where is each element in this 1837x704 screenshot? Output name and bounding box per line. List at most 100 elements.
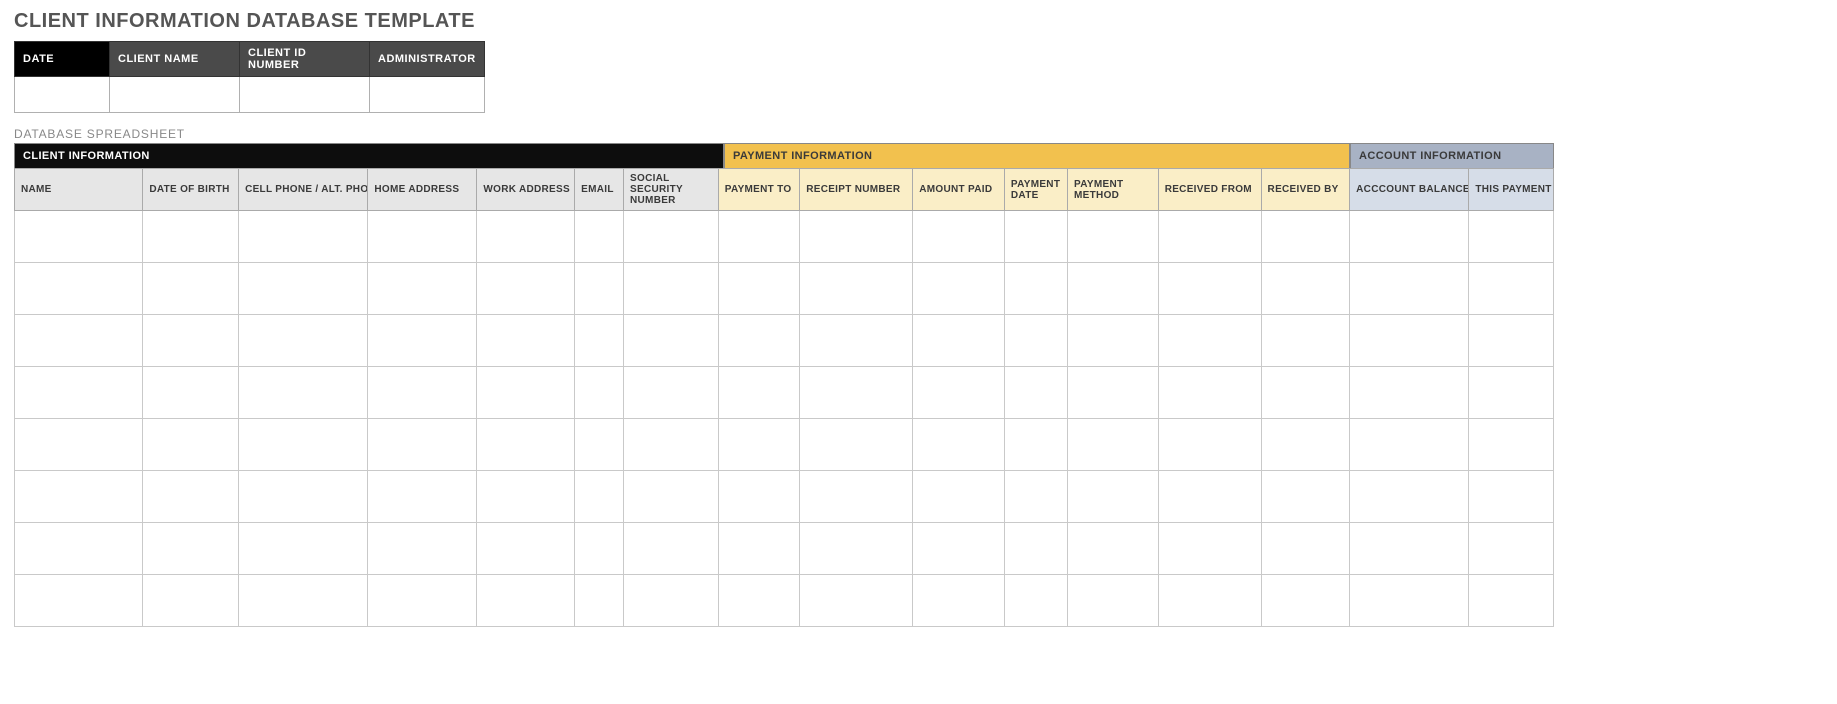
cell-ssn[interactable]	[624, 575, 719, 627]
cell-payment_date[interactable]	[1004, 315, 1067, 367]
cell-ssn[interactable]	[624, 367, 719, 419]
cell-this_payment[interactable]	[1469, 419, 1554, 471]
cell-dob[interactable]	[143, 211, 239, 263]
cell-dob[interactable]	[143, 471, 239, 523]
cell-name[interactable]	[15, 575, 143, 627]
cell-name[interactable]	[15, 315, 143, 367]
cell-receipt_number[interactable]	[800, 315, 913, 367]
cell-home_address[interactable]	[368, 471, 477, 523]
cell-home_address[interactable]	[368, 523, 477, 575]
cell-payment_to[interactable]	[718, 211, 799, 263]
cell-phone[interactable]	[239, 575, 368, 627]
cell-ssn[interactable]	[624, 263, 719, 315]
cell-dob[interactable]	[143, 367, 239, 419]
cell-received_by[interactable]	[1261, 211, 1350, 263]
cell-balance[interactable]	[1350, 367, 1469, 419]
cell-payment_to[interactable]	[718, 367, 799, 419]
cell-this_payment[interactable]	[1469, 471, 1554, 523]
cell-received_by[interactable]	[1261, 315, 1350, 367]
cell-balance[interactable]	[1350, 263, 1469, 315]
cell-amount_paid[interactable]	[913, 523, 1005, 575]
cell-home_address[interactable]	[368, 263, 477, 315]
cell-phone[interactable]	[239, 419, 368, 471]
cell-balance[interactable]	[1350, 471, 1469, 523]
cell-amount_paid[interactable]	[913, 211, 1005, 263]
cell-ssn[interactable]	[624, 315, 719, 367]
meta-cell-client-id[interactable]	[240, 77, 370, 113]
cell-this_payment[interactable]	[1469, 211, 1554, 263]
cell-receipt_number[interactable]	[800, 523, 913, 575]
cell-payment_to[interactable]	[718, 471, 799, 523]
cell-this_payment[interactable]	[1469, 315, 1554, 367]
cell-received_from[interactable]	[1158, 419, 1261, 471]
cell-this_payment[interactable]	[1469, 575, 1554, 627]
cell-work_address[interactable]	[477, 315, 575, 367]
cell-payment_method[interactable]	[1068, 471, 1159, 523]
cell-received_by[interactable]	[1261, 419, 1350, 471]
meta-cell-date[interactable]	[15, 77, 110, 113]
cell-work_address[interactable]	[477, 419, 575, 471]
cell-payment_method[interactable]	[1068, 367, 1159, 419]
cell-receipt_number[interactable]	[800, 575, 913, 627]
cell-email[interactable]	[575, 471, 624, 523]
cell-received_from[interactable]	[1158, 471, 1261, 523]
cell-work_address[interactable]	[477, 575, 575, 627]
cell-received_from[interactable]	[1158, 263, 1261, 315]
cell-work_address[interactable]	[477, 211, 575, 263]
cell-this_payment[interactable]	[1469, 523, 1554, 575]
cell-home_address[interactable]	[368, 575, 477, 627]
cell-email[interactable]	[575, 575, 624, 627]
cell-work_address[interactable]	[477, 523, 575, 575]
cell-name[interactable]	[15, 211, 143, 263]
cell-payment_date[interactable]	[1004, 471, 1067, 523]
cell-amount_paid[interactable]	[913, 263, 1005, 315]
cell-ssn[interactable]	[624, 523, 719, 575]
cell-amount_paid[interactable]	[913, 367, 1005, 419]
cell-received_by[interactable]	[1261, 367, 1350, 419]
cell-receipt_number[interactable]	[800, 263, 913, 315]
cell-email[interactable]	[575, 523, 624, 575]
cell-name[interactable]	[15, 419, 143, 471]
cell-phone[interactable]	[239, 367, 368, 419]
cell-work_address[interactable]	[477, 367, 575, 419]
cell-received_from[interactable]	[1158, 523, 1261, 575]
cell-receipt_number[interactable]	[800, 471, 913, 523]
cell-phone[interactable]	[239, 315, 368, 367]
cell-email[interactable]	[575, 419, 624, 471]
meta-cell-client-name[interactable]	[110, 77, 240, 113]
cell-amount_paid[interactable]	[913, 575, 1005, 627]
cell-payment_date[interactable]	[1004, 211, 1067, 263]
cell-payment_to[interactable]	[718, 315, 799, 367]
cell-dob[interactable]	[143, 523, 239, 575]
cell-home_address[interactable]	[368, 315, 477, 367]
cell-payment_method[interactable]	[1068, 263, 1159, 315]
cell-phone[interactable]	[239, 523, 368, 575]
cell-dob[interactable]	[143, 315, 239, 367]
cell-payment_method[interactable]	[1068, 419, 1159, 471]
cell-ssn[interactable]	[624, 419, 719, 471]
cell-received_by[interactable]	[1261, 471, 1350, 523]
cell-received_from[interactable]	[1158, 211, 1261, 263]
cell-payment_method[interactable]	[1068, 315, 1159, 367]
cell-name[interactable]	[15, 367, 143, 419]
cell-payment_date[interactable]	[1004, 367, 1067, 419]
cell-email[interactable]	[575, 263, 624, 315]
cell-received_from[interactable]	[1158, 315, 1261, 367]
cell-this_payment[interactable]	[1469, 367, 1554, 419]
cell-payment_date[interactable]	[1004, 575, 1067, 627]
cell-ssn[interactable]	[624, 471, 719, 523]
cell-dob[interactable]	[143, 263, 239, 315]
cell-payment_to[interactable]	[718, 575, 799, 627]
cell-received_by[interactable]	[1261, 263, 1350, 315]
cell-this_payment[interactable]	[1469, 263, 1554, 315]
cell-received_by[interactable]	[1261, 523, 1350, 575]
cell-home_address[interactable]	[368, 419, 477, 471]
cell-payment_to[interactable]	[718, 523, 799, 575]
cell-received_from[interactable]	[1158, 367, 1261, 419]
cell-home_address[interactable]	[368, 211, 477, 263]
cell-ssn[interactable]	[624, 211, 719, 263]
cell-phone[interactable]	[239, 211, 368, 263]
cell-work_address[interactable]	[477, 471, 575, 523]
cell-dob[interactable]	[143, 419, 239, 471]
cell-amount_paid[interactable]	[913, 419, 1005, 471]
